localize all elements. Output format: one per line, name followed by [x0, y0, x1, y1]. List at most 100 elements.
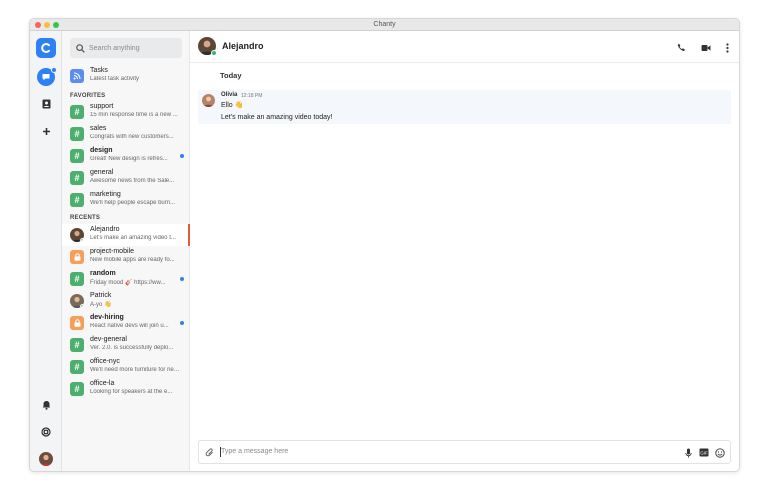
- hash-icon: #: [70, 272, 84, 286]
- sidebar-item-office-nyc[interactable]: # office-nyc We'll need more furniture f…: [62, 356, 190, 378]
- item-preview: Friday mood 🎸 https://ww...: [90, 280, 166, 286]
- maximize-window-button[interactable]: [53, 22, 59, 28]
- unread-dot: [180, 321, 184, 325]
- add-icon[interactable]: [39, 124, 53, 138]
- sidebar-item-dev-hiring[interactable]: dev-hiring React native devs will join u…: [62, 312, 190, 334]
- message-text: Ello 👋: [221, 102, 244, 109]
- item-preview: We'll help people escape burn...: [90, 200, 176, 206]
- message-text: Let's make an amazing video today!: [221, 114, 333, 121]
- hash-icon: #: [70, 193, 84, 207]
- message-composer[interactable]: Type a message here GIF: [198, 440, 731, 464]
- hash-icon: #: [70, 338, 84, 352]
- help-lifebuoy-icon[interactable]: [39, 425, 53, 439]
- chats-icon[interactable]: [37, 67, 57, 86]
- nav-rail: [30, 31, 62, 471]
- avatar: [70, 294, 84, 308]
- sidebar-item-general[interactable]: # general Awesome news from the Sale...: [62, 167, 190, 189]
- item-preview: React native devs will join u...: [90, 323, 169, 329]
- notifications-bell-icon[interactable]: [39, 398, 53, 412]
- item-name: support: [90, 103, 114, 110]
- search-input[interactable]: Search anything: [89, 45, 140, 52]
- item-name: random: [90, 270, 116, 277]
- sidebar-item-patrick[interactable]: Patrick A-yo 👋: [62, 290, 190, 312]
- item-name: dev-general: [90, 336, 127, 343]
- unread-dot: [180, 277, 184, 281]
- message-input[interactable]: Type a message here: [221, 448, 288, 455]
- sidebar-item-random[interactable]: # random Friday mood 🎸 https://ww...: [62, 268, 190, 290]
- lock-icon: [70, 316, 84, 330]
- item-preview: 15 min response time is a new ...: [90, 112, 178, 118]
- hash-icon: #: [70, 127, 84, 141]
- item-preview: Let's make an amazing video t...: [90, 235, 176, 241]
- sidebar-item-alejandro[interactable]: Alejandro Let's make an amazing video t.…: [62, 224, 190, 246]
- app-window: Chanty Search anything Tasks Latest task…: [29, 18, 740, 472]
- search-icon: [76, 43, 85, 53]
- sidebar-item-support[interactable]: # support 15 min response time is a new …: [62, 101, 190, 123]
- item-name: Patrick: [90, 292, 112, 299]
- contact-avatar[interactable]: [198, 37, 217, 56]
- hash-icon: #: [70, 105, 84, 119]
- hash-icon: #: [70, 171, 84, 185]
- item-preview: Looking for speakers at the e...: [90, 389, 173, 395]
- svg-text:GIF: GIF: [700, 450, 708, 455]
- sidebar-item-dev-general[interactable]: # dev-general Ver. 2.0. is successfully …: [62, 334, 190, 356]
- search-box[interactable]: Search anything: [70, 38, 182, 58]
- item-name: design: [90, 147, 113, 154]
- unread-dot: [51, 67, 57, 73]
- item-name: dev-hiring: [90, 314, 124, 321]
- section-header-recents: RECENTS: [70, 215, 101, 221]
- window-title: Chanty: [373, 21, 396, 28]
- contacts-icon[interactable]: [39, 97, 53, 111]
- sidebar-item-tasks[interactable]: Tasks Latest task activity: [62, 65, 190, 87]
- item-preview: New mobile apps are ready fo...: [90, 257, 175, 263]
- item-name: project-mobile: [90, 248, 134, 255]
- item-name: Tasks: [90, 67, 108, 74]
- section-header-favorites: FAVORITES: [70, 93, 106, 99]
- chat-header: Alejandro: [190, 31, 739, 63]
- item-name: Alejandro: [90, 226, 120, 233]
- online-status-icon: [80, 238, 84, 242]
- item-name: office-la: [90, 380, 115, 387]
- gif-icon[interactable]: GIF: [698, 447, 709, 458]
- item-name: office-nyc: [90, 358, 120, 365]
- item-preview: Awesome news from the Sale...: [90, 178, 175, 184]
- titlebar: Chanty: [30, 19, 739, 31]
- contact-name[interactable]: Alejandro: [222, 41, 264, 51]
- item-preview: A-yo 👋: [90, 302, 112, 308]
- online-status-icon: [80, 304, 84, 308]
- lock-icon: [70, 250, 84, 264]
- sidebar-item-marketing[interactable]: # marketing We'll help people escape bur…: [62, 189, 190, 211]
- minimize-window-button[interactable]: [44, 22, 50, 28]
- conversation-sidebar: Search anything Tasks Latest task activi…: [62, 31, 190, 471]
- user-avatar[interactable]: [39, 452, 53, 466]
- chanty-logo-icon[interactable]: [36, 38, 56, 58]
- item-preview: Congrats with new customers...: [90, 134, 174, 140]
- author-avatar[interactable]: [202, 94, 215, 107]
- sidebar-item-project-mobile[interactable]: project-mobile New mobile apps are ready…: [62, 246, 190, 268]
- sidebar-item-office-la[interactable]: # office-la Looking for speakers at the …: [62, 378, 190, 400]
- hash-icon: #: [70, 360, 84, 374]
- item-preview: Ver. 2.0. is successfully deplo...: [90, 345, 174, 351]
- chat-pane: Alejandro Today Olivia 12:18 PM Ello 👋 L…: [190, 31, 739, 471]
- video-call-icon[interactable]: [700, 42, 711, 53]
- close-window-button[interactable]: [35, 22, 41, 28]
- emoji-icon[interactable]: [714, 447, 725, 458]
- sidebar-item-sales[interactable]: # sales Congrats with new customers...: [62, 123, 190, 145]
- message-author[interactable]: Olivia: [221, 92, 237, 98]
- more-options-icon[interactable]: [722, 42, 733, 53]
- hash-icon: #: [70, 382, 84, 396]
- message-time: 12:18 PM: [241, 93, 263, 99]
- item-preview: Great! New design is refres...: [90, 156, 168, 162]
- item-name: sales: [90, 125, 107, 132]
- microphone-icon[interactable]: [683, 447, 694, 458]
- rss-feed-icon: [70, 69, 84, 83]
- hash-icon: #: [70, 149, 84, 163]
- sidebar-item-design[interactable]: # design Great! New design is refres...: [62, 145, 190, 167]
- item-name: marketing: [90, 191, 121, 198]
- attachment-paperclip-icon[interactable]: [204, 447, 215, 458]
- phone-call-icon[interactable]: [676, 42, 687, 53]
- item-name: general: [90, 169, 114, 176]
- unread-dot: [180, 154, 184, 158]
- item-preview: We'll need more furniture for new...: [90, 367, 180, 373]
- message-row: Olivia 12:18 PM Ello 👋 Let's make an ama…: [198, 90, 731, 124]
